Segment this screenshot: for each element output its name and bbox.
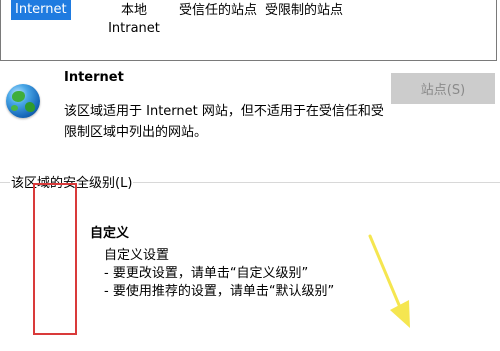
zone-trusted-sites[interactable]: 受信任的站点: [179, 2, 257, 20]
security-level-details: 自定义设置 - 要更改设置，请单击“自定义级别” - 要使用推荐的设置，请单击“…: [104, 247, 334, 301]
zone-restricted-sites[interactable]: 受限制的站点: [265, 2, 343, 20]
detail-line: 自定义设置: [104, 248, 170, 263]
zone-list: Internet 本地 Intranet 受信任的站点 受限制的站点: [0, 0, 497, 61]
annotation-arrow-icon: [368, 234, 410, 328]
detail-line: - 要更改设置，请单击“自定义级别”: [104, 266, 309, 281]
globe-icon: [6, 84, 40, 118]
zone-title: Internet: [64, 70, 124, 85]
security-level-title: 自定义: [90, 226, 130, 241]
detail-line: - 要使用推荐的设置，请单击“默认级别”: [104, 284, 335, 299]
highlight-box: [33, 183, 77, 335]
zone-local-intranet[interactable]: 本地 Intranet: [106, 2, 162, 38]
zone-description: 该区域适用于 Internet 网站，但不适用于在受信任和受限制区域中列出的网站…: [64, 104, 384, 140]
zone-internet[interactable]: Internet: [11, 0, 71, 20]
sites-button[interactable]: 站点(S): [391, 73, 495, 104]
